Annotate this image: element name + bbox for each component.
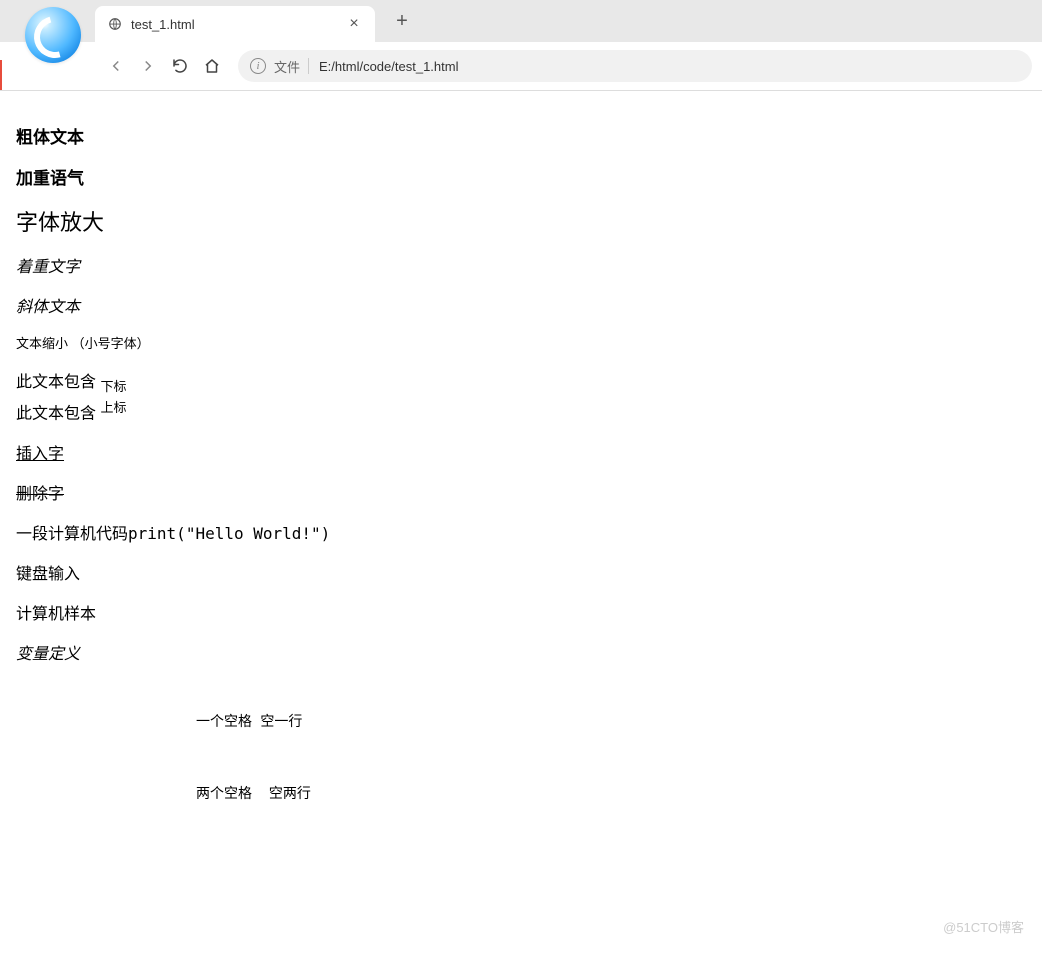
superscript-text: 上标	[100, 400, 126, 415]
var-line: 变量定义	[16, 640, 1026, 664]
tab-close-button[interactable]: ×	[345, 15, 363, 33]
strong-text: 加重语气	[16, 164, 1026, 189]
forward-button[interactable]	[132, 50, 164, 82]
globe-icon	[107, 16, 123, 32]
address-url: E:/html/code/test_1.html	[319, 59, 458, 74]
address-file-label: 文件	[274, 57, 300, 76]
small-main: 文本缩小	[16, 336, 68, 351]
var-text: 变量定义	[16, 646, 80, 663]
subscript-text: 下标	[100, 379, 126, 394]
superscript-line: 此文本包含 上标	[16, 397, 1026, 423]
info-icon[interactable]: i	[250, 58, 266, 74]
browser-logo-wrap	[0, 0, 95, 42]
kbd-line: 键盘输入	[16, 560, 1026, 584]
kbd-text: 键盘输入	[16, 564, 80, 583]
insert-line: 插入字	[16, 440, 1026, 464]
code-prefix: 一段计算机代码	[16, 526, 128, 543]
delete-text: 删除字	[16, 486, 64, 503]
italic-text: 斜体文本	[16, 293, 1026, 317]
back-button[interactable]	[100, 50, 132, 82]
address-divider	[308, 58, 309, 74]
insert-text: 插入字	[16, 446, 64, 463]
toolbar: i 文件 E:/html/code/test_1.html	[0, 42, 1042, 90]
window-edge-indicator	[0, 60, 2, 90]
new-tab-button[interactable]: +	[387, 6, 417, 36]
delete-line: 删除字	[16, 480, 1026, 504]
tab-title: test_1.html	[131, 17, 337, 32]
tab-bar: test_1.html × +	[0, 0, 1042, 42]
address-bar[interactable]: i 文件 E:/html/code/test_1.html	[238, 50, 1032, 82]
superscript-prefix: 此文本包含	[16, 406, 96, 423]
code-text: print("Hello World!")	[128, 524, 330, 543]
samp-text: 计算机样本	[16, 604, 96, 623]
watermark: @51CTO博客	[943, 917, 1024, 936]
pre-block: 一个空格 空一行 两个空格 空两行	[196, 704, 1026, 813]
subscript-line: 此文本包含 下标	[16, 368, 1026, 395]
emphasis-text: 着重文字	[16, 253, 1026, 277]
home-button[interactable]	[196, 50, 228, 82]
big-text: 字体放大	[16, 205, 1026, 237]
tab-active[interactable]: test_1.html ×	[95, 6, 375, 42]
page-content: 粗体文本 加重语气 字体放大 着重文字 斜体文本 文本缩小 （小号字体） 此文本…	[0, 91, 1042, 829]
reload-button[interactable]	[164, 50, 196, 82]
small-note: （小号字体）	[72, 336, 150, 351]
code-line: 一段计算机代码print("Hello World!")	[16, 520, 1026, 544]
small-text: 文本缩小 （小号字体）	[16, 333, 1026, 352]
subscript-prefix: 此文本包含	[16, 374, 96, 391]
browser-logo-icon	[25, 7, 81, 63]
pre-line1: 一个空格 空一行	[196, 714, 302, 730]
bold-text: 粗体文本	[16, 123, 1026, 148]
browser-chrome: test_1.html × + i 文件 E:/html/code/test_1…	[0, 0, 1042, 91]
samp-line: 计算机样本	[16, 600, 1026, 624]
pre-line2: 两个空格 空两行	[196, 786, 311, 802]
